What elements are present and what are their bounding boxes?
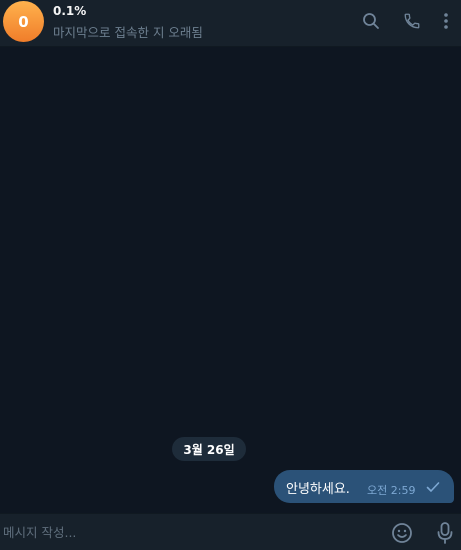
more-vertical-icon[interactable] bbox=[435, 10, 457, 32]
chat-window: 0 0.1% 마지막으로 접속한 지 오래됨 3월 26일 안녕하세요. 오전 … bbox=[0, 0, 461, 550]
chat-header: 0 0.1% 마지막으로 접속한 지 오래됨 bbox=[0, 0, 461, 47]
message-composer bbox=[0, 513, 461, 550]
message-list[interactable]: 3월 26일 안녕하세요. 오전 2:59 bbox=[0, 47, 461, 513]
message-time: 오전 2:59 bbox=[367, 484, 416, 497]
last-seen-status: 마지막으로 접속한 지 오래됨 bbox=[53, 25, 203, 40]
microphone-icon[interactable] bbox=[433, 521, 457, 545]
check-icon bbox=[426, 482, 440, 492]
date-separator: 3월 26일 bbox=[172, 437, 246, 461]
outgoing-message-bubble[interactable]: 안녕하세요. 오전 2:59 bbox=[274, 470, 454, 503]
chat-title[interactable]: 0.1% bbox=[53, 4, 86, 18]
phone-icon[interactable] bbox=[401, 10, 423, 32]
avatar[interactable]: 0 bbox=[3, 1, 44, 42]
message-text: 안녕하세요. bbox=[286, 482, 350, 497]
message-input[interactable] bbox=[0, 518, 373, 546]
avatar-initial: 0 bbox=[18, 12, 29, 31]
search-icon[interactable] bbox=[360, 10, 382, 32]
emoji-icon[interactable] bbox=[390, 521, 414, 545]
